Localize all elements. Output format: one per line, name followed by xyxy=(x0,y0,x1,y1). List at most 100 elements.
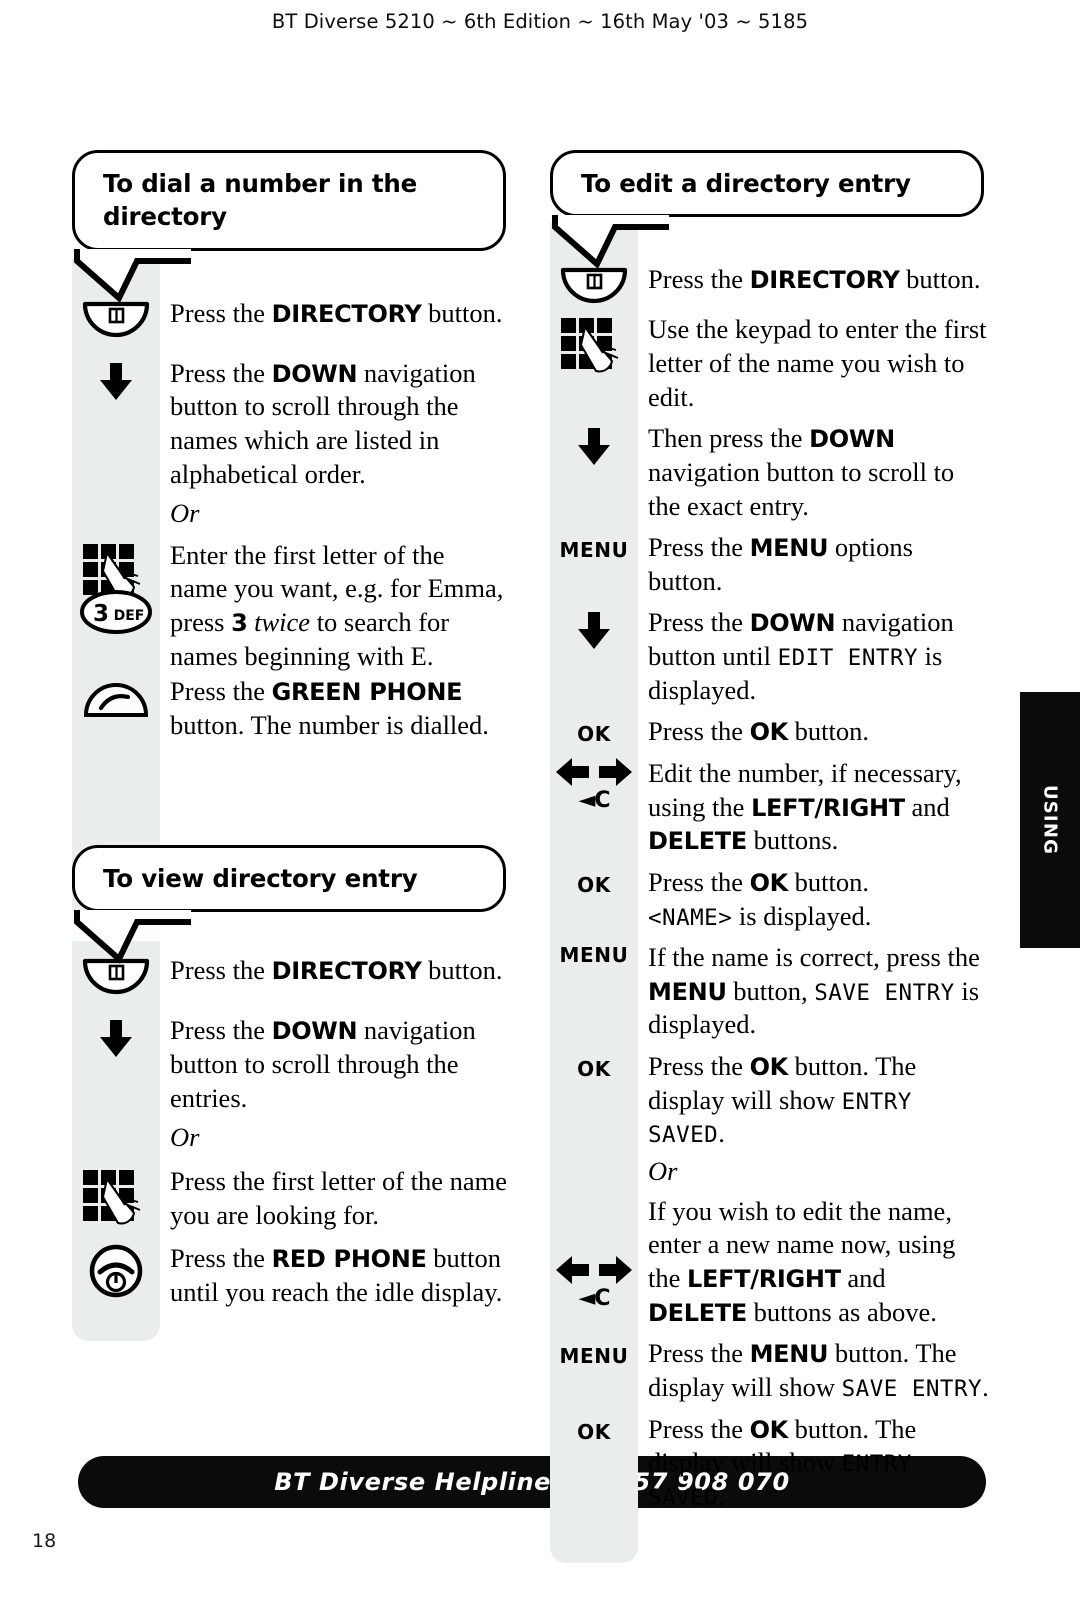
delete-label-icon[interactable]: ◄C xyxy=(578,788,610,813)
step-item: OK Press the OK button. The display will… xyxy=(550,1413,990,1514)
step-item: Press the GREEN PHONE button. The number … xyxy=(72,675,512,742)
svg-text:3: 3 xyxy=(93,601,109,627)
page-header-title: BT Diverse 5210 ~ 6th Edition ~ 16th May… xyxy=(271,10,809,33)
svg-text:DEF: DEF xyxy=(114,608,145,624)
left-arrow-icon[interactable] xyxy=(555,757,590,787)
step-text: Enter the first letter of the name you wa… xyxy=(170,539,504,671)
step-text: Press the MENU options button. xyxy=(648,532,913,596)
bubble-tail-icon xyxy=(74,248,191,303)
down-arrow-icon[interactable] xyxy=(577,612,611,650)
step-item: Press the DOWN navigation button to scro… xyxy=(72,357,512,492)
side-tab-using: USING xyxy=(1020,692,1080,948)
heading-bubble-wrap: To dial a number in the directory xyxy=(72,150,512,303)
directory-button-icon[interactable] xyxy=(81,299,151,339)
step-text: Press the DOWN navigation button until E… xyxy=(648,607,954,705)
directory-button-icon[interactable] xyxy=(559,265,629,305)
step-icon-slot xyxy=(72,675,160,719)
step-text: If the name is correct, press the MENU b… xyxy=(648,942,980,1040)
section-heading: To view directory entry xyxy=(72,845,506,913)
right-arrow-icon[interactable] xyxy=(598,757,633,787)
section-edit-directory-entry: To edit a directory entry Press the DIRE… xyxy=(550,150,990,1563)
step-item: OK Press the OK button. <NAME> is display… xyxy=(550,866,990,933)
right-arrow-icon[interactable] xyxy=(598,1255,633,1285)
down-arrow-icon[interactable] xyxy=(577,428,611,466)
heading-bubble-wrap: To view directory entry xyxy=(72,845,512,965)
step-item: Or xyxy=(550,1155,990,1189)
step-item: MENU If the name is correct, press the M… xyxy=(550,941,990,1042)
step-item: Then press the DOWN navigation button to… xyxy=(550,422,990,523)
key-3-def-icon[interactable]: 3 DEF xyxy=(79,589,153,635)
step-text: Or xyxy=(170,498,200,529)
green-phone-icon[interactable] xyxy=(81,677,151,719)
ok-label-icon[interactable]: OK xyxy=(577,873,611,897)
step-item: Use the keypad to enter the first letter… xyxy=(550,313,990,414)
step-text: Or xyxy=(170,1122,200,1153)
keypad-icon[interactable] xyxy=(560,317,628,375)
step-icon-slot xyxy=(72,1014,160,1058)
step-item: MENU Press the MENU options button. xyxy=(550,531,990,598)
menu-label-icon[interactable]: MENU xyxy=(560,538,629,562)
section-heading: To edit a directory entry xyxy=(550,150,984,218)
step-icon-slot: 3 DEF xyxy=(72,587,160,635)
step-text: Press the DIRECTORY button. xyxy=(170,297,503,328)
step-text: If you wish to edit the name, enter a ne… xyxy=(648,1195,956,1327)
step-icon-slot xyxy=(550,606,638,650)
step-item: ◄C Edit the number, if necessary, using … xyxy=(550,757,990,858)
step-icon-slot: OK xyxy=(550,866,638,897)
steps-list: Press the DIRECTORY button. Use the keyp… xyxy=(550,263,990,1513)
down-arrow-icon[interactable] xyxy=(99,362,133,401)
ok-label-icon[interactable]: OK xyxy=(577,1057,611,1081)
step-icon-slot: MENU xyxy=(550,1337,638,1368)
step-text: Press the OK button. The display will sh… xyxy=(648,1051,917,1149)
step-icon-slot xyxy=(72,497,160,499)
step-item: MENU Press the MENU button. The display … xyxy=(550,1337,990,1404)
menu-label-icon[interactable]: MENU xyxy=(560,1344,629,1368)
ok-label-icon[interactable]: OK xyxy=(577,722,611,746)
step-icon-slot xyxy=(72,1242,160,1298)
bubble-tail-icon xyxy=(552,215,669,270)
page-header: BT Diverse 5210 ~ 6th Edition ~ 16th May… xyxy=(0,10,1080,33)
section-heading: To dial a number in the directory xyxy=(72,150,506,251)
step-text: Press the RED PHONE button until you rea… xyxy=(170,1243,503,1307)
step-text: Press the DIRECTORY button. xyxy=(648,264,981,295)
step-text: Press the OK button. <NAME> is displayed. xyxy=(648,866,872,931)
step-icon-slot: OK xyxy=(550,715,638,746)
step-icon-slot: OK xyxy=(550,1050,638,1081)
ok-label-icon[interactable]: OK xyxy=(577,1420,611,1444)
step-text: Press the first letter of the name you a… xyxy=(170,1165,508,1230)
side-tab-label: USING xyxy=(1039,784,1061,856)
step-item: Press the DOWN navigation button until E… xyxy=(550,606,990,707)
delete-label-icon[interactable]: ◄C xyxy=(578,1286,610,1311)
step-text: Press the GREEN PHONE button. The number … xyxy=(170,676,489,741)
left-right-delete-icon[interactable]: ◄C xyxy=(555,757,633,813)
step-item: Press the RED PHONE button until you rea… xyxy=(72,1242,512,1309)
step-item: Press the DOWN navigation button to scro… xyxy=(72,1014,512,1115)
step-text: Use the keypad to enter the first letter… xyxy=(648,314,987,412)
steps-list: Press the DIRECTORY button. Press the DO… xyxy=(72,954,512,1309)
step-icon-slot xyxy=(550,313,638,375)
step-icon-slot: ◄C xyxy=(550,1195,638,1311)
step-text: Press the DIRECTORY button. xyxy=(170,955,503,986)
left-right-delete-icon[interactable]: ◄C xyxy=(555,1255,633,1311)
down-arrow-icon[interactable] xyxy=(99,1020,133,1058)
section-view-directory-entry: To view directory entry Press the DIRECT… xyxy=(72,845,512,1341)
step-text: Then press the DOWN navigation button to… xyxy=(648,423,955,521)
step-icon-slot: MENU xyxy=(550,531,638,562)
step-icon-slot: ◄C xyxy=(550,757,638,813)
keypad-icon[interactable] xyxy=(82,1169,150,1227)
step-text: Press the DOWN navigation button to scro… xyxy=(170,1015,476,1113)
page-number: 18 xyxy=(32,1530,57,1552)
step-icon-slot xyxy=(550,1155,638,1157)
step-item: Or xyxy=(72,497,512,531)
red-phone-icon[interactable] xyxy=(89,1244,143,1298)
step-text: Or xyxy=(648,1156,678,1187)
step-text: Press the MENU button. The display will … xyxy=(648,1338,989,1402)
step-item: Or xyxy=(72,1121,512,1155)
step-text: Press the DOWN navigation button to scro… xyxy=(170,357,476,489)
left-arrow-icon[interactable] xyxy=(555,1255,590,1285)
step-item: OK Press the OK button. xyxy=(550,715,990,749)
step-text: Press the OK button. The display will sh… xyxy=(648,1413,917,1511)
step-icon-slot: OK xyxy=(550,1413,638,1444)
menu-label-icon[interactable]: MENU xyxy=(560,943,629,967)
heading-bubble-wrap: To edit a directory entry xyxy=(550,150,990,270)
